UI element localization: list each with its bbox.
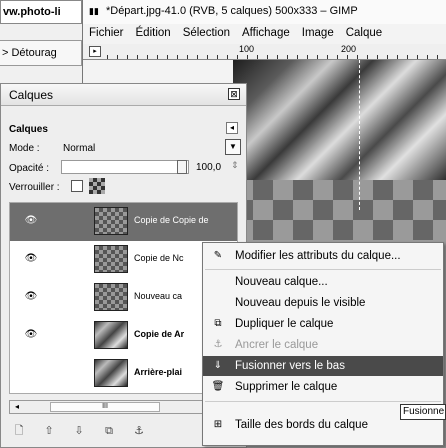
mode-select[interactable]: Normal [63, 143, 95, 154]
dock-title: Calques [1, 84, 246, 106]
gimp-wilber-icon: ▮▮ [89, 6, 99, 16]
edit-icon: ✎ [213, 250, 223, 261]
menu-item-label: Fusionner vers le bas [235, 360, 345, 372]
resize-icon: ⊞ [213, 419, 223, 430]
layer-thumbnail [94, 245, 128, 273]
layer-row[interactable]: 👁 Copie de Copie de [10, 203, 237, 241]
eye-icon[interactable]: 👁 [24, 253, 38, 265]
spin-icon[interactable]: ⇕ [231, 160, 239, 171]
scroll-left-icon[interactable]: ◂ [10, 401, 24, 413]
ruler-ticks [107, 55, 446, 59]
canvas-guide [359, 60, 360, 210]
ruler-menu-button[interactable]: ▸ [89, 46, 101, 57]
menu-selection[interactable]: Sélection [177, 24, 236, 41]
menu-separator [205, 269, 441, 270]
gimp-menubar: Fichier Édition Sélection Affichage Image Cal… [83, 24, 446, 44]
panel-header: Calques [9, 124, 48, 135]
gimp-title-bar: ▮▮ *Départ.jpg-41.0 (RVB, 5 calques) 500… [83, 0, 446, 24]
menu-item-delete-layer[interactable]: 🗑 Supprimer le calque [203, 377, 443, 397]
opacity-slider[interactable] [61, 160, 189, 174]
ruler-label-200: 200 [341, 44, 357, 54]
layer-thumbnail [94, 359, 128, 387]
lower-layer-icon[interactable]: ⇩ [69, 422, 89, 440]
menu-item-label: Ancrer le calque [235, 339, 319, 351]
tooltip: Fusionne [400, 404, 446, 420]
duplicate-layer-icon[interactable]: ⧉ [99, 422, 119, 440]
menu-item-label: Nouveau calque... [235, 276, 328, 288]
menu-fichier[interactable]: Fichier [83, 24, 130, 41]
transparency-checker [233, 180, 446, 240]
layer-name: Copie de Copie de [134, 215, 209, 225]
ruler-label-100: 100 [239, 44, 255, 54]
menu-item-label: Supprimer le calque [235, 381, 338, 393]
layer-thumbnail [94, 321, 128, 349]
delete-icon: 🗑 [211, 381, 225, 392]
lock-pixels-checkbox[interactable] [71, 180, 83, 192]
menu-separator [205, 401, 441, 402]
raise-layer-icon[interactable]: ⇧ [39, 422, 59, 440]
horizontal-ruler: ▸ 100 200 [83, 44, 446, 60]
menu-item-label: Nouveau depuis le visible [235, 297, 366, 309]
merge-down-icon: ⇓ [213, 360, 223, 371]
scrollbar-thumb[interactable]: III [50, 402, 160, 412]
layer-name: Copie de Ar [134, 329, 185, 339]
eye-icon[interactable]: 👁 [24, 291, 38, 303]
menu-item-anchor-layer: ⚓ Ancrer le calque [203, 335, 443, 355]
lock-label: Verrouiller : [9, 182, 60, 193]
duplicate-icon: ⧉ [214, 318, 222, 329]
menu-item-duplicate-layer[interactable]: ⧉ Dupliquer le calque [203, 314, 443, 334]
menu-item-label: Dupliquer le calque [235, 318, 334, 330]
mode-label: Mode : [9, 143, 40, 154]
eye-icon[interactable]: 👁 [24, 329, 38, 341]
layer-name: Nouveau ca [134, 291, 183, 301]
layer-name: Arrière-plai [134, 367, 183, 377]
menu-image[interactable]: Image [296, 24, 340, 41]
menu-item-merge-down[interactable]: ⇓ Fusionner vers le bas [203, 356, 443, 376]
opacity-label: Opacité : [9, 163, 50, 174]
menu-item-new-from-visible[interactable]: Nouveau depuis le visible [203, 293, 443, 313]
menu-item-edit-attributes[interactable]: ✎ Modifier les attributs du calque... [203, 246, 443, 266]
layer-name: Copie de Nc [134, 253, 184, 263]
menu-item-label: Modifier les attributs du calque... [235, 250, 401, 262]
menu-edition[interactable]: Édition [130, 24, 177, 41]
eye-icon[interactable]: 👁 [24, 215, 38, 227]
anchor-layer-icon[interactable]: ⚓ [129, 422, 149, 440]
panel-menu-icon[interactable]: ◂ [226, 122, 238, 134]
new-layer-icon[interactable]: 🗋 [9, 422, 29, 440]
layer-thumbnail [94, 207, 128, 235]
layer-thumbnail [94, 283, 128, 311]
opacity-value[interactable]: 100,0 [196, 162, 221, 173]
close-icon[interactable]: ⊠ [228, 88, 240, 100]
window-title: *Départ.jpg-41.0 (RVB, 5 calques) 500x33… [105, 5, 358, 17]
menu-affichage[interactable]: Affichage [236, 24, 296, 41]
chevron-down-icon[interactable]: ▼ [225, 139, 241, 155]
browser-tab-fragment[interactable]: > Détourag [0, 40, 82, 66]
opacity-slider-handle[interactable] [177, 160, 187, 174]
browser-url-fragment[interactable]: vw.photo-li [0, 0, 82, 24]
lock-alpha-icon[interactable] [89, 178, 105, 194]
eye-hidden-icon[interactable] [24, 367, 38, 379]
menu-item-new-layer[interactable]: Nouveau calque... [203, 272, 443, 292]
menu-item-label: Taille des bords du calque [235, 419, 368, 431]
anchor-icon: ⚓ [213, 339, 223, 350]
image-photo [233, 60, 446, 180]
menu-calque[interactable]: Calque [340, 24, 388, 41]
